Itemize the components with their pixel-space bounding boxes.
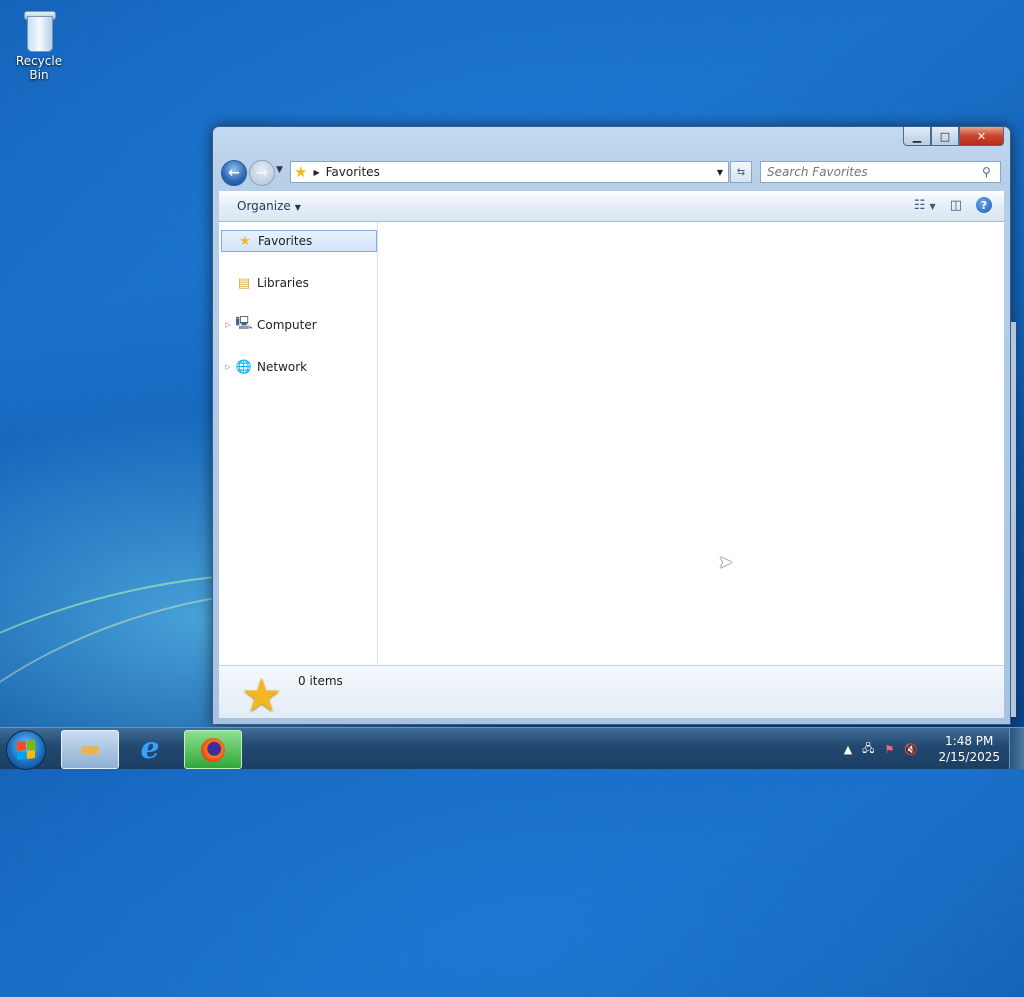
recycle-bin-icon xyxy=(22,8,56,52)
nav-item-favorites[interactable]: ★ Favorites xyxy=(221,230,377,252)
show-hidden-icons-button[interactable]: ▲ xyxy=(844,743,852,756)
chevron-down-icon: ▼ xyxy=(929,201,936,211)
minimize-icon: ▁ xyxy=(912,129,922,143)
computer-icon: 🖳 xyxy=(235,316,253,331)
navigation-pane[interactable]: ★ Favorites ▤ Libraries ▷ 🖳 Computer ▷ 🌐… xyxy=(219,222,378,665)
notification-area: ▲ 🖧 ⚑ 🔇 xyxy=(844,740,918,759)
nav-item-network[interactable]: ▷ 🌐 Network xyxy=(221,357,375,377)
nav-item-label: Network xyxy=(257,360,308,374)
command-bar-right: ☷ ▼ ◫ ? xyxy=(914,197,992,213)
organize-label: Organize xyxy=(237,199,291,213)
preview-pane-button[interactable]: ◫ xyxy=(950,198,962,213)
system-clock[interactable]: 1:48 PM 2/15/2025 xyxy=(938,733,1000,765)
close-button[interactable]: ✕ xyxy=(959,127,1004,146)
search-box[interactable]: ⚲ xyxy=(760,161,1001,183)
favorites-star-icon: ★ xyxy=(294,163,308,181)
expand-arrow-icon[interactable]: ▷ xyxy=(221,321,235,329)
start-button[interactable] xyxy=(6,730,46,770)
file-list-view[interactable] xyxy=(378,222,1004,665)
recycle-bin-label: Recycle Bin xyxy=(15,54,63,82)
address-dropdown-icon[interactable]: ▼ xyxy=(712,168,728,177)
back-arrow-icon: ← xyxy=(228,165,240,181)
taskbar-explorer-button[interactable]: ▬ xyxy=(61,730,119,769)
minimize-button[interactable]: ▁ xyxy=(903,127,931,146)
network-tray-icon[interactable]: 🖧 xyxy=(862,740,874,759)
star-icon: ★ xyxy=(239,233,251,249)
network-icon: 🌐 xyxy=(235,359,253,375)
clock-time: 1:48 PM xyxy=(945,734,994,748)
mouse-cursor-icon: ➤ xyxy=(718,552,734,573)
taskbar-ie-button[interactable]: e xyxy=(122,730,178,767)
nav-item-libraries[interactable]: ▤ Libraries xyxy=(221,273,375,293)
address-bar[interactable]: ★ ▶ Favorites ▼ xyxy=(290,161,729,183)
maximize-icon: □ xyxy=(939,129,951,143)
help-icon: ? xyxy=(980,198,988,212)
forward-arrow-icon: → xyxy=(256,165,268,181)
forward-button[interactable]: → xyxy=(249,160,275,186)
help-button[interactable]: ? xyxy=(976,197,992,213)
preview-pane-icon: ◫ xyxy=(949,197,962,213)
nav-item-computer[interactable]: ▷ 🖳 Computer xyxy=(221,315,375,335)
taskbar-firefox-button[interactable] xyxy=(184,730,242,769)
chevron-down-icon: ▼ xyxy=(294,203,301,212)
address-location[interactable]: Favorites xyxy=(326,165,712,179)
favorites-star-icon: ★ xyxy=(241,668,283,722)
back-button[interactable]: ← xyxy=(221,160,247,186)
nav-item-label: Libraries xyxy=(257,276,309,290)
content-area: ★ Favorites ▤ Libraries ▷ 🖳 Computer ▷ 🌐… xyxy=(219,222,1004,665)
search-icon[interactable]: ⚲ xyxy=(982,165,1000,179)
folder-icon: ▬ xyxy=(79,737,101,762)
breadcrumb-chevron-icon[interactable]: ▶ xyxy=(313,168,319,177)
command-bar: Organize ▼ ☷ ▼ ◫ ? xyxy=(219,191,1004,222)
firefox-icon xyxy=(201,737,225,762)
taskbar: ▬ e ▲ 🖧 ⚑ 🔇 1:48 PM 2/15/2025 xyxy=(0,727,1024,770)
recycle-bin-desktop-icon[interactable]: Recycle Bin xyxy=(6,6,72,82)
item-count: 0 items xyxy=(298,674,343,688)
navigation-bar: ← → ▼ ★ ▶ Favorites ▼ ⇆ ⚲ xyxy=(221,159,1003,186)
change-view-button[interactable]: ☷ ▼ xyxy=(914,198,936,213)
clock-date: 2/15/2025 xyxy=(938,750,1000,764)
nav-item-label: Computer xyxy=(257,318,317,332)
libraries-icon: ▤ xyxy=(237,275,251,291)
expand-arrow-icon[interactable]: ▷ xyxy=(221,363,235,371)
volume-muted-icon[interactable]: 🔇 xyxy=(904,743,918,756)
close-icon: ✕ xyxy=(976,129,987,143)
recent-pages-dropdown[interactable]: ▼ xyxy=(276,165,283,175)
window-resize-edge[interactable] xyxy=(1011,322,1016,717)
caption-buttons: ▁ □ ✕ xyxy=(903,127,1004,146)
nav-item-label: Favorites xyxy=(258,234,313,248)
action-center-tray-icon[interactable]: ⚑ xyxy=(884,743,894,756)
maximize-button[interactable]: □ xyxy=(931,127,959,146)
details-pane: ★ 0 items xyxy=(219,665,1004,722)
refresh-button[interactable]: ⇆ xyxy=(730,161,752,183)
search-input[interactable] xyxy=(761,164,982,180)
organize-button[interactable]: Organize ▼ xyxy=(237,199,301,213)
view-options-icon: ☷ xyxy=(913,197,926,213)
windows-logo-icon xyxy=(17,740,35,760)
explorer-window: ▁ □ ✕ ← → ▼ ★ ▶ Favorites ▼ ⇆ ⚲ Organize… xyxy=(212,126,1016,725)
show-desktop-button[interactable] xyxy=(1009,728,1024,769)
refresh-icon: ⇆ xyxy=(736,166,746,178)
ie-icon: e xyxy=(140,731,160,766)
